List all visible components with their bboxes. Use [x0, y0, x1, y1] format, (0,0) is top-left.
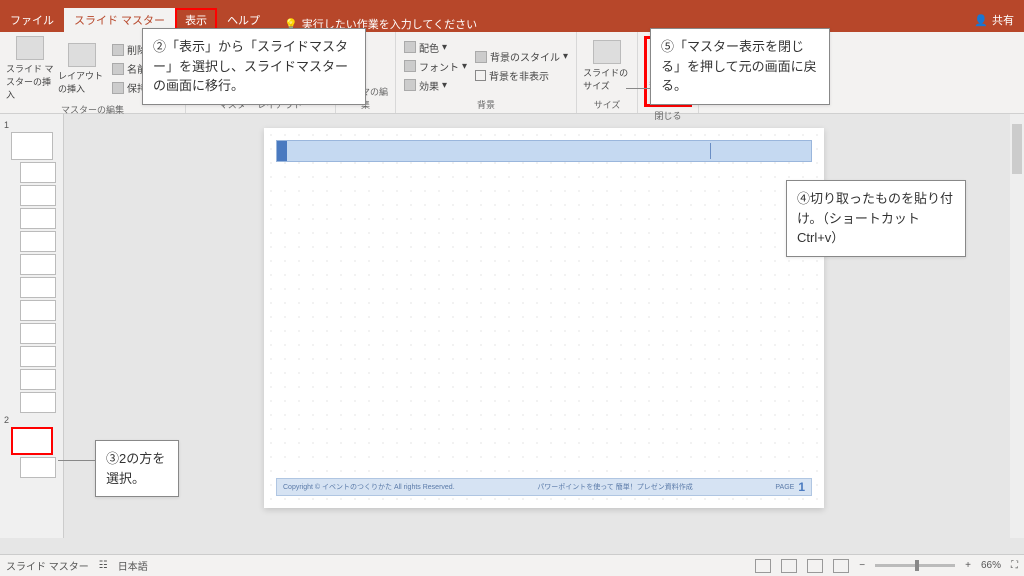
colors-icon: [404, 41, 416, 53]
preserve-icon: [112, 82, 124, 94]
fonts-icon: [404, 60, 416, 72]
layout-thumbnail[interactable]: [20, 300, 56, 321]
view-mode-label: スライド マスター: [6, 558, 89, 573]
layout-thumbnail[interactable]: [20, 185, 56, 206]
slide-master-icon: [16, 36, 44, 60]
layout-thumbnail[interactable]: [20, 346, 56, 367]
bg-styles-button[interactable]: 背景のスタイル ▾: [473, 48, 570, 65]
annotation-3: ③2の方を選択。: [95, 440, 179, 497]
layout-thumbnail[interactable]: [20, 162, 56, 183]
layout-thumbnail[interactable]: [20, 277, 56, 298]
accessibility-icon[interactable]: ☷: [99, 560, 108, 571]
annotation-5: ⑤「マスター表示を閉じる」を押して元の画面に戻る。: [650, 28, 830, 105]
insert-slide-master-button[interactable]: スライド マスターの挿入: [6, 36, 54, 101]
normal-view-button[interactable]: [755, 559, 771, 573]
fit-window-button[interactable]: ⛶: [1011, 560, 1018, 571]
sorter-view-button[interactable]: [781, 559, 797, 573]
thumb-number: 1: [4, 120, 61, 130]
layout-thumbnail[interactable]: [20, 231, 56, 252]
layout-thumbnail[interactable]: [20, 369, 56, 390]
colors-button[interactable]: 配色 ▾: [402, 39, 469, 56]
zoom-in-button[interactable]: +: [965, 560, 971, 571]
slideshow-view-button[interactable]: [833, 559, 849, 573]
slide-size-button[interactable]: スライドのサイズ: [583, 36, 631, 96]
fonts-button[interactable]: フォント ▾: [402, 58, 469, 75]
footer-placeholder[interactable]: Copyright © イベントのつくりかた All rights Reserv…: [276, 478, 812, 496]
slide-master-view[interactable]: Copyright © イベントのつくりかた All rights Reserv…: [264, 128, 824, 508]
language-label[interactable]: 日本語: [118, 558, 148, 573]
group-label: 背景: [402, 96, 570, 111]
layout-thumbnail[interactable]: [20, 254, 56, 275]
thumb-number: 2: [4, 415, 61, 425]
effects-icon: [404, 79, 416, 91]
size-icon: [593, 40, 621, 64]
reading-view-button[interactable]: [807, 559, 823, 573]
annotation-2: ②「表示」から「スライドマスター」を選択し、スライドマスターの画面に移行。: [142, 28, 366, 105]
delete-icon: [112, 44, 124, 56]
status-bar: スライド マスター ☷ 日本語 − + 66% ⛶: [0, 554, 1024, 576]
master-thumbnail-1[interactable]: [11, 132, 53, 160]
layout-thumbnail[interactable]: [20, 208, 56, 229]
zoom-slider[interactable]: [875, 564, 955, 567]
insert-layout-button[interactable]: レイアウトの挿入: [58, 36, 106, 101]
effects-button[interactable]: 効果 ▾: [402, 77, 469, 94]
tab-file[interactable]: ファイル: [0, 8, 64, 32]
hide-bg-checkbox[interactable]: 背景を非表示: [473, 67, 570, 84]
rename-icon: [112, 63, 124, 75]
group-label: サイズ: [583, 96, 631, 111]
layout-icon: [68, 43, 96, 67]
thumbnail-pane[interactable]: 1 2: [0, 114, 64, 538]
share-icon: 👤: [974, 14, 988, 27]
layout-thumbnail[interactable]: [20, 392, 56, 413]
layout-thumbnail[interactable]: [20, 323, 56, 344]
bg-style-icon: [475, 51, 487, 63]
layout-thumbnail[interactable]: [20, 457, 56, 478]
master-thumbnail-2[interactable]: [11, 427, 53, 455]
annotation-4: ④切り取ったものを貼り付け。（ショートカットCtrl+v）: [786, 180, 966, 257]
zoom-level[interactable]: 66%: [981, 560, 1001, 571]
checkbox-icon: [475, 70, 486, 81]
title-placeholder[interactable]: [276, 140, 812, 162]
slide-canvas[interactable]: Copyright © イベントのつくりかた All rights Reserv…: [64, 114, 1024, 538]
vertical-scrollbar[interactable]: [1010, 114, 1024, 538]
zoom-out-button[interactable]: −: [859, 560, 865, 571]
share-button[interactable]: 👤 共有: [964, 8, 1024, 32]
